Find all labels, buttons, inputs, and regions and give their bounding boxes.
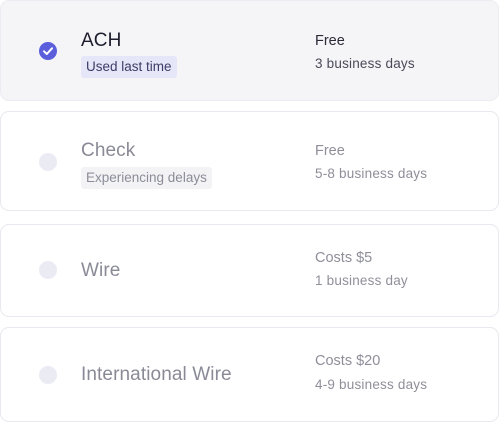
radio-checked-icon[interactable] xyxy=(39,42,57,60)
fee-text: Costs $20 xyxy=(315,353,381,369)
method-label: ACH xyxy=(81,30,122,51)
payment-option-ach[interactable]: ACH Used last time Free 3 business days xyxy=(0,0,499,101)
method-label: Wire xyxy=(81,260,121,281)
fee-text: Free xyxy=(315,143,345,159)
method-label: International Wire xyxy=(81,364,232,385)
delay-badge: Experiencing delays xyxy=(81,167,212,189)
fee-text: Free xyxy=(315,33,345,49)
method-label: Check xyxy=(81,140,136,161)
radio-unchecked-icon[interactable] xyxy=(39,366,57,384)
payment-option-check[interactable]: Check Experiencing delays Free 5-8 busin… xyxy=(0,111,499,211)
used-last-time-badge: Used last time xyxy=(81,56,177,78)
radio-unchecked-icon[interactable] xyxy=(39,153,57,171)
payment-method-list: ACH Used last time Free 3 business days … xyxy=(0,0,500,425)
eta-text: 5-8 business days xyxy=(315,166,428,181)
fee-text: Costs $5 xyxy=(315,250,373,266)
payment-option-wire[interactable]: Wire Costs $5 1 business day xyxy=(0,224,499,317)
eta-text: 3 business days xyxy=(315,56,415,71)
eta-text: 1 business day xyxy=(315,273,408,288)
check-icon xyxy=(43,47,53,55)
payment-option-international-wire[interactable]: International Wire Costs $20 4-9 busines… xyxy=(0,327,499,422)
eta-text: 4-9 business days xyxy=(315,377,428,392)
radio-unchecked-icon[interactable] xyxy=(39,261,57,279)
